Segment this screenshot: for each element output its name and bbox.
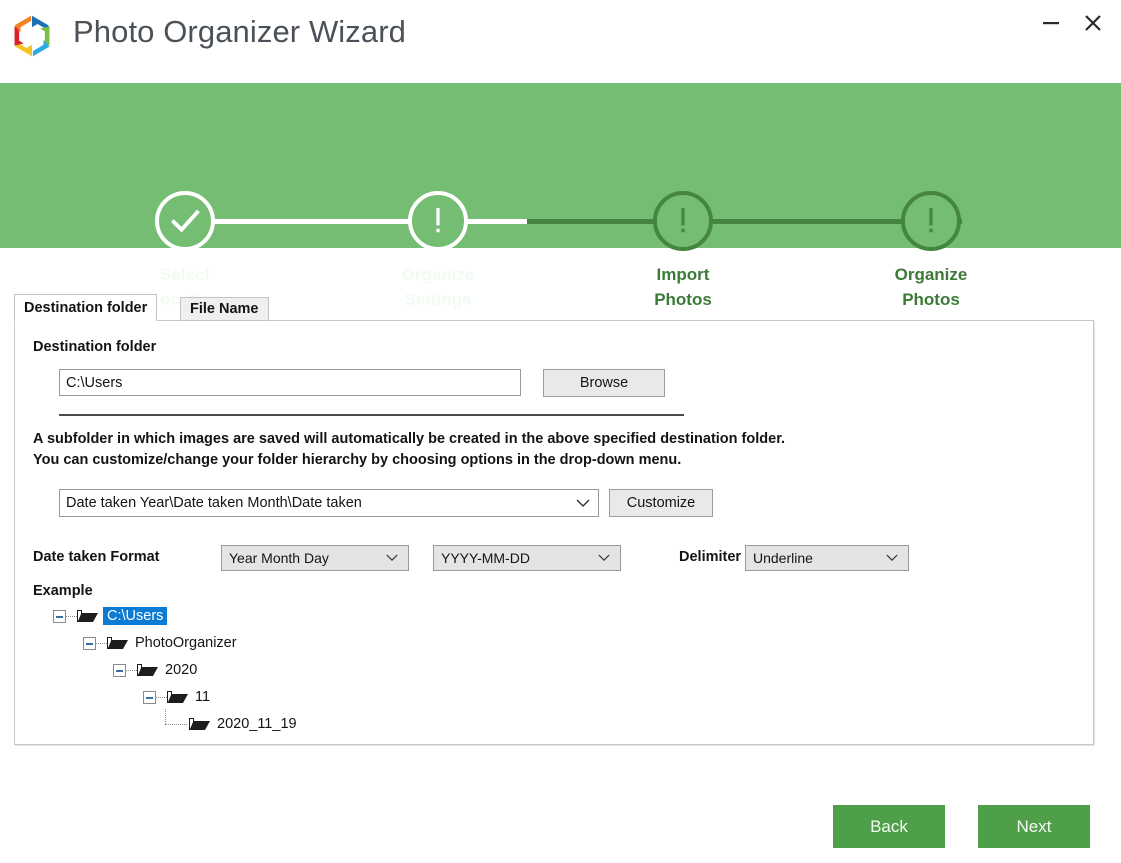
example-label: Example bbox=[33, 583, 93, 599]
tree-item-label: PhotoOrganizer bbox=[135, 635, 237, 651]
stepper-step-organize-photos[interactable]: Organize Photos bbox=[831, 191, 1031, 312]
step-label-4-line2: Photos bbox=[831, 288, 1031, 313]
tree-connector bbox=[126, 670, 137, 671]
tree-connector bbox=[156, 697, 167, 698]
minimize-icon bbox=[1036, 8, 1066, 38]
collapse-toggle-icon[interactable] bbox=[143, 691, 156, 704]
tree-item-label: 2020 bbox=[165, 662, 197, 678]
tree-item-label: 11 bbox=[195, 689, 210, 705]
delimiter-label: Delimiter bbox=[679, 549, 741, 565]
back-button[interactable]: Back bbox=[833, 805, 945, 848]
step-circle-3 bbox=[653, 191, 713, 251]
exclamation-icon bbox=[905, 195, 957, 247]
folder-icon bbox=[77, 608, 99, 624]
close-icon bbox=[1078, 8, 1108, 38]
step-circle-1 bbox=[155, 191, 215, 251]
exclamation-icon bbox=[412, 195, 464, 247]
title-bar: Photo Organizer Wizard bbox=[0, 0, 1121, 80]
browse-button[interactable]: Browse bbox=[543, 369, 665, 397]
step-label-2: Organize Settings bbox=[338, 263, 538, 312]
tree-item[interactable]: 2020 bbox=[113, 659, 197, 681]
next-button[interactable]: Next bbox=[978, 805, 1090, 848]
tab-file-name[interactable]: File Name bbox=[180, 297, 269, 321]
step-label-4: Organize Photos bbox=[831, 263, 1031, 312]
tree-connector bbox=[165, 717, 189, 731]
step-label-2-line2: Settings bbox=[338, 288, 538, 313]
folder-icon bbox=[107, 635, 129, 651]
destination-folder-input[interactable] bbox=[59, 369, 521, 396]
wizard-stepper: Select Location Organize Settings Import… bbox=[0, 83, 1121, 248]
tree-item[interactable]: 11 bbox=[143, 686, 210, 708]
folder-icon bbox=[189, 716, 211, 732]
step-label-3-line1: Import bbox=[583, 263, 783, 288]
hint-line-1: A subfolder in which images are saved wi… bbox=[33, 429, 785, 450]
delimiter-select[interactable]: Underline bbox=[745, 545, 909, 571]
tree-item[interactable]: C:\Users bbox=[53, 605, 167, 627]
step-label-3-line2: Photos bbox=[583, 288, 783, 313]
tree-connector bbox=[66, 616, 77, 617]
step-circle-2 bbox=[408, 191, 468, 251]
section-divider bbox=[59, 414, 684, 416]
stepper-step-import-photos[interactable]: Import Photos bbox=[583, 191, 783, 312]
exclamation-icon bbox=[657, 195, 709, 247]
tree-connector bbox=[96, 643, 107, 644]
hexagon-pinwheel-logo-icon bbox=[9, 13, 55, 59]
minimize-button[interactable] bbox=[1036, 8, 1066, 38]
page-title: Photo Organizer Wizard bbox=[73, 14, 406, 50]
date-taken-format-label: Date taken Format bbox=[33, 549, 160, 565]
stepper-step-organize-settings[interactable]: Organize Settings bbox=[338, 191, 538, 312]
collapse-toggle-icon[interactable] bbox=[83, 637, 96, 650]
customize-button[interactable]: Customize bbox=[609, 489, 713, 517]
hint-text: A subfolder in which images are saved wi… bbox=[33, 429, 785, 471]
collapse-toggle-icon[interactable] bbox=[113, 664, 126, 677]
step-label-3: Import Photos bbox=[583, 263, 783, 312]
tab-destination-folder[interactable]: Destination folder bbox=[14, 294, 157, 321]
tree-item[interactable]: 2020_11_19 bbox=[165, 713, 297, 735]
collapse-toggle-icon[interactable] bbox=[53, 610, 66, 623]
folder-icon bbox=[137, 662, 159, 678]
date-pattern-select[interactable]: YYYY-MM-DD bbox=[433, 545, 621, 571]
tree-item-label: C:\Users bbox=[103, 607, 167, 625]
tree-item[interactable]: PhotoOrganizer bbox=[83, 632, 237, 654]
date-order-select[interactable]: Year Month Day bbox=[221, 545, 409, 571]
destination-folder-panel: Destination folder Browse A subfolder in… bbox=[14, 320, 1094, 745]
step-label-4-line1: Organize bbox=[831, 263, 1031, 288]
hint-line-2: You can customize/change your folder hie… bbox=[33, 450, 785, 471]
step-label-2-line1: Organize bbox=[338, 263, 538, 288]
step-circle-4 bbox=[901, 191, 961, 251]
close-button[interactable] bbox=[1078, 8, 1108, 38]
tree-item-label: 2020_11_19 bbox=[217, 716, 297, 732]
folder-icon bbox=[167, 689, 189, 705]
destination-folder-label: Destination folder bbox=[33, 339, 156, 355]
step-label-1-line1: Select bbox=[85, 263, 285, 288]
check-icon bbox=[159, 195, 211, 247]
folder-hierarchy-select[interactable]: Date taken Year\Date taken Month\Date ta… bbox=[59, 489, 599, 517]
